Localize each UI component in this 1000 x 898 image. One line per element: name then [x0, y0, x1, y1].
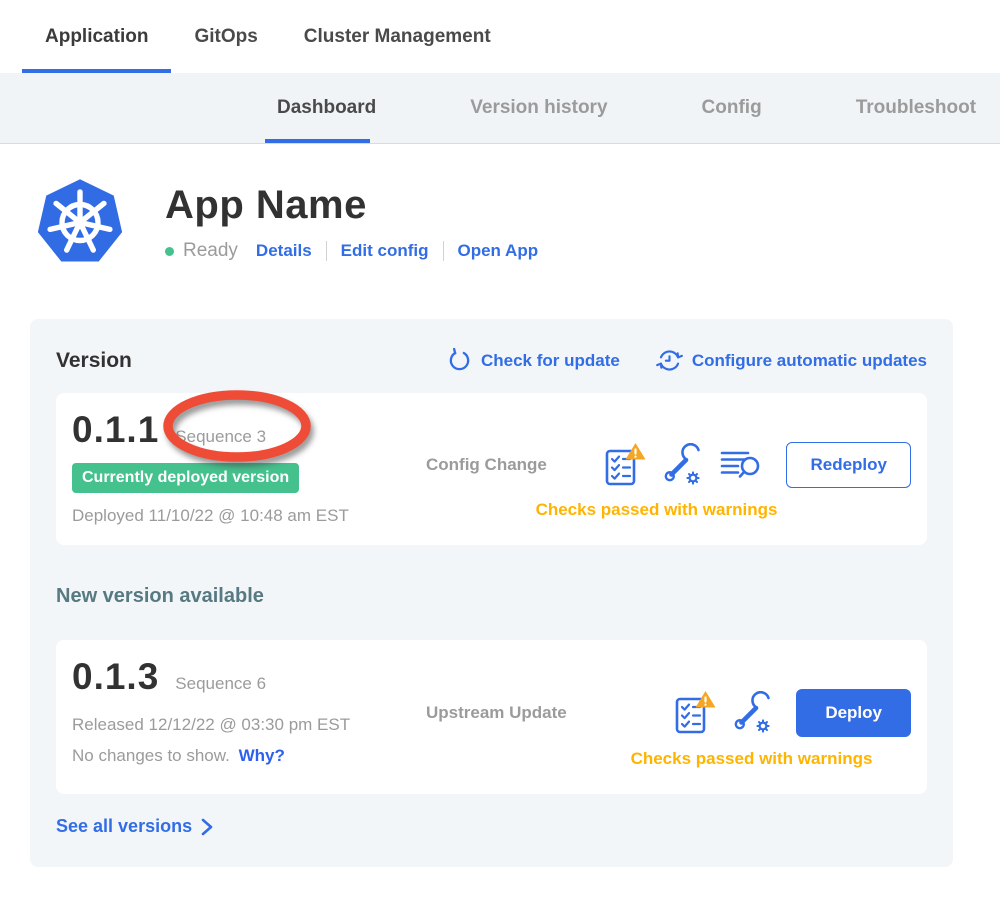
primary-nav: Application GitOps Cluster Management — [0, 0, 1000, 73]
tab-cluster-management[interactable]: Cluster Management — [281, 0, 514, 73]
page-title: App Name — [165, 183, 538, 228]
tab-dashboard[interactable]: Dashboard — [277, 73, 376, 143]
app-status-row: Ready Details Edit config Open App — [165, 240, 538, 262]
tab-version-history[interactable]: Version history — [470, 73, 607, 143]
preflight-result-text: Checks passed with warnings — [402, 500, 911, 520]
preflight-result-text: Checks passed with warnings — [402, 749, 911, 769]
ready-status-dot — [165, 247, 174, 256]
tab-config[interactable]: Config — [702, 73, 762, 143]
deploy-button[interactable]: Deploy — [796, 689, 911, 737]
current-version-number: 0.1.1 — [72, 409, 159, 451]
divider — [443, 241, 444, 261]
new-version-number: 0.1.3 — [72, 656, 159, 698]
deployed-timestamp: Deployed 11/10/22 @ 10:48 am EST — [72, 506, 402, 526]
no-changes-text: No changes to show. — [72, 746, 230, 765]
kubernetes-logo-icon — [35, 176, 125, 269]
edit-config-icon[interactable] — [662, 443, 704, 487]
current-version-card: 0.1.1 Sequence 3 Currently deployed vers… — [56, 393, 927, 545]
view-diff-icon[interactable] — [720, 447, 764, 483]
refresh-icon — [447, 348, 472, 373]
new-version-card: 0.1.3 Sequence 6 Released 12/12/22 @ 03:… — [56, 640, 927, 794]
tab-troubleshoot[interactable]: Troubleshoot — [856, 73, 976, 143]
tab-gitops[interactable]: GitOps — [171, 0, 280, 73]
app-header: App Name Ready Details Edit config Open … — [35, 176, 1000, 269]
why-link[interactable]: Why? — [239, 746, 285, 765]
open-app-link[interactable]: Open App — [458, 241, 539, 261]
version-source-label: Config Change — [426, 455, 547, 475]
new-sequence-label: Sequence 6 — [175, 674, 266, 694]
tab-application[interactable]: Application — [22, 0, 171, 73]
released-timestamp: Released 12/12/22 @ 03:30 pm EST — [72, 715, 402, 735]
current-sequence-label: Sequence 3 — [175, 427, 266, 447]
edit-config-link[interactable]: Edit config — [341, 241, 429, 261]
redeploy-button[interactable]: Redeploy — [786, 442, 911, 488]
version-section-title: Version — [56, 349, 132, 373]
divider — [326, 241, 327, 261]
chevron-right-icon — [200, 818, 213, 836]
check-for-update-link[interactable]: Check for update — [447, 348, 620, 373]
version-panel: Version Check for update Configure autom… — [30, 319, 953, 867]
version-source-label: Upstream Update — [426, 703, 567, 723]
see-all-versions-link[interactable]: See all versions — [56, 816, 213, 837]
deployed-version-badge: Currently deployed version — [72, 463, 299, 493]
edit-config-icon[interactable] — [732, 691, 774, 735]
preflight-checks-icon[interactable] — [604, 442, 646, 488]
new-version-heading: New version available — [56, 585, 927, 608]
secondary-nav: Dashboard Version history Config Trouble… — [0, 73, 1000, 144]
status-label: Ready — [183, 240, 238, 262]
preflight-checks-icon[interactable] — [674, 690, 716, 736]
details-link[interactable]: Details — [256, 241, 312, 261]
schedule-update-icon — [656, 347, 683, 374]
configure-automatic-updates-link[interactable]: Configure automatic updates — [656, 347, 927, 374]
